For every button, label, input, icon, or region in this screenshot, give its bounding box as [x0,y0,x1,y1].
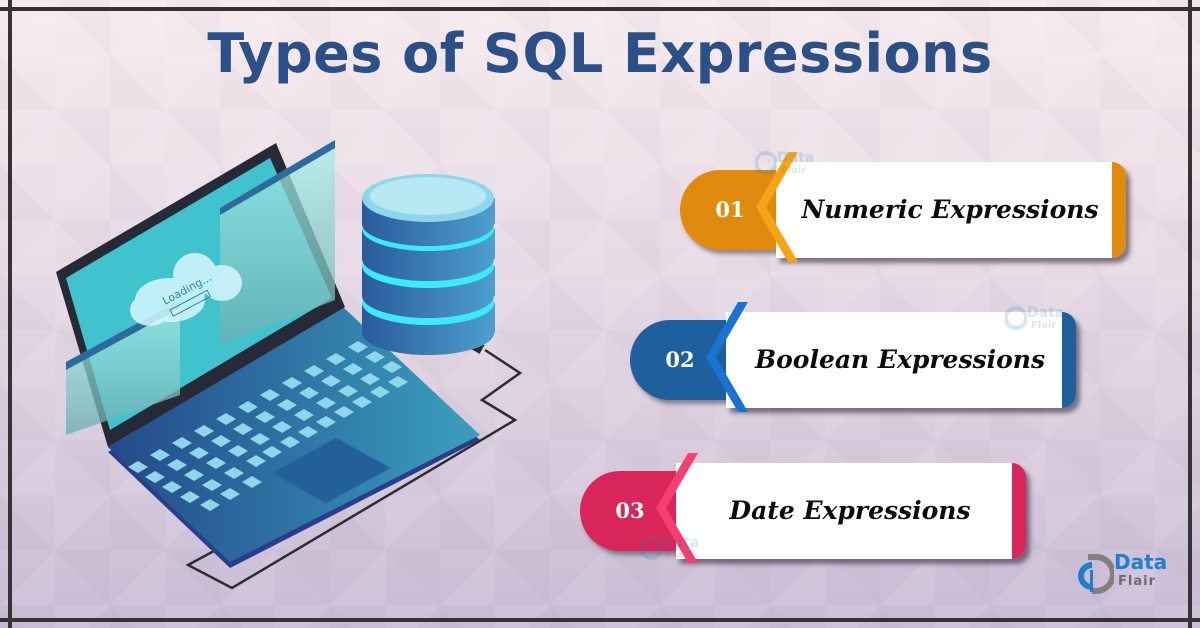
item-label: Numeric Expressions [801,195,1099,224]
item-label: Boolean Expressions [754,345,1046,374]
logo-text-flair: Flair [1118,574,1156,589]
card-edge [1112,162,1126,258]
dataflair-logo-icon [1078,554,1116,594]
logo-text-data: Data [1114,550,1168,574]
chevron-accent-icon [706,302,748,412]
database-icon [362,174,495,355]
chevron-accent-icon [756,152,798,262]
item-label: Date Expressions [729,496,971,525]
list-item-boolean: 02 Boolean Expressions [630,302,1082,412]
list-item-numeric: 01 Numeric Expressions [680,152,1132,262]
card-edge [1012,463,1026,559]
dataflair-logo: Data Flair [1074,548,1174,600]
card-edge [1062,312,1076,408]
list-item-date: 03 Date Expressions [580,453,1032,563]
chevron-accent-icon [656,453,698,563]
